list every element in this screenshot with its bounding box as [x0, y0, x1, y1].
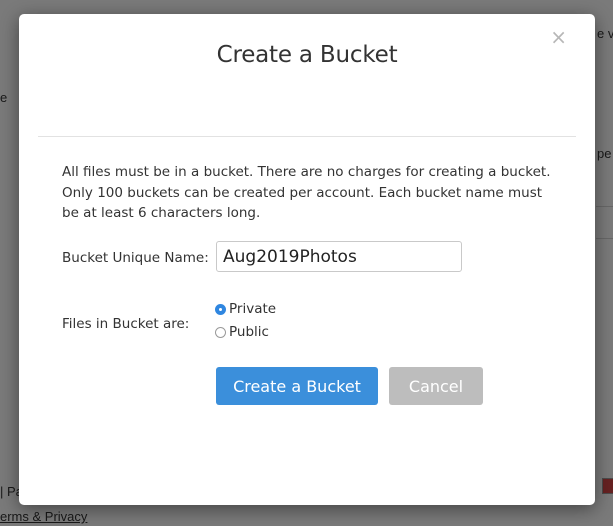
radio-private[interactable]: Private — [215, 301, 276, 317]
radio-public[interactable]: Public — [215, 324, 269, 340]
radio-selected-icon[interactable] — [215, 303, 226, 315]
privacy-label: Files in Bucket are: — [62, 316, 190, 332]
dialog-description: All files must be in a bucket. There are… — [62, 164, 551, 221]
close-icon[interactable]: × — [550, 26, 567, 48]
header-divider — [38, 136, 576, 137]
create-bucket-dialog: Create a Bucket × All files must be in a… — [19, 14, 595, 505]
radio-unselected-icon[interactable] — [215, 326, 226, 338]
bucket-name-input[interactable] — [216, 241, 462, 272]
radio-private-label: Private — [229, 301, 277, 317]
cancel-button[interactable]: Cancel — [389, 367, 483, 405]
radio-public-label: Public — [229, 324, 269, 340]
bucket-name-label: Bucket Unique Name: — [62, 250, 209, 266]
dialog-title: Create a Bucket — [216, 42, 398, 68]
create-bucket-button[interactable]: Create a Bucket — [216, 367, 378, 405]
